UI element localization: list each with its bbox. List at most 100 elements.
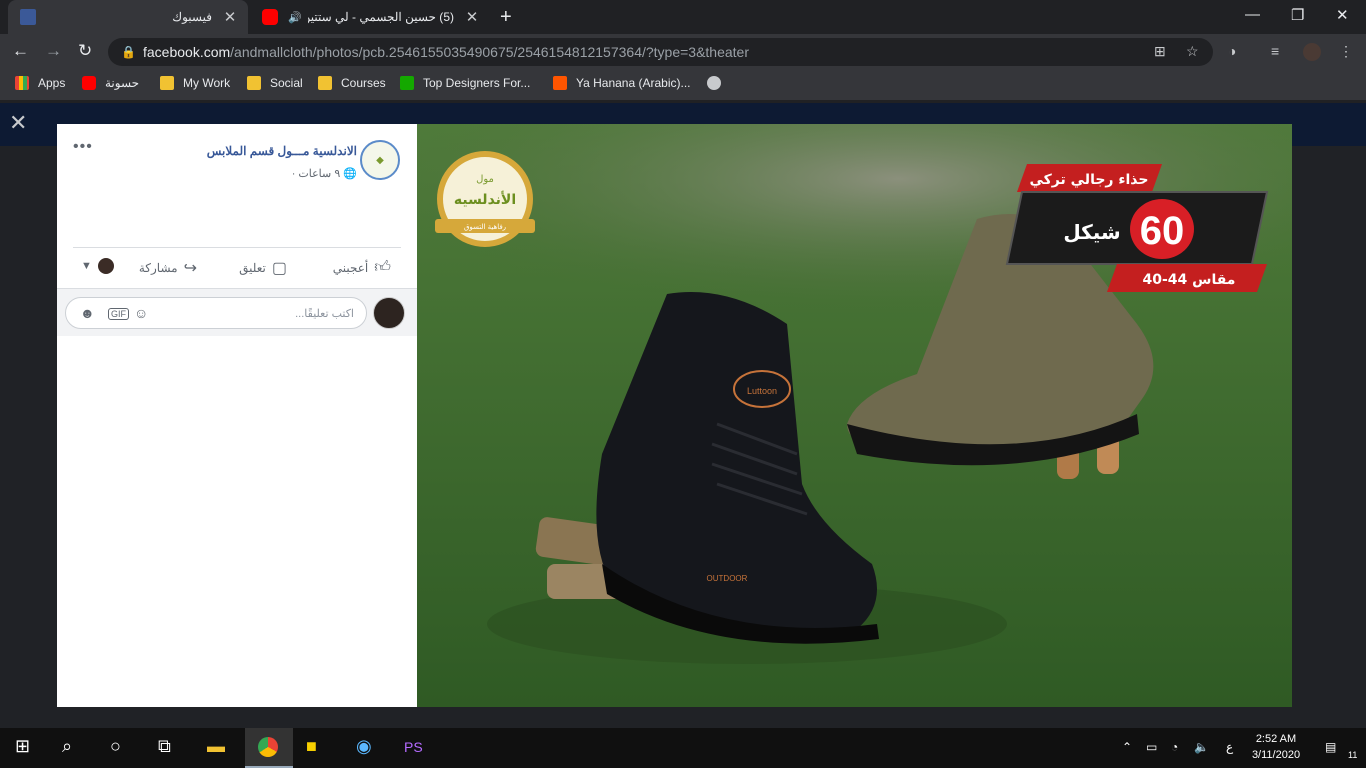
browser-chrome: فيسبوك ✕ 🔊 (5) حسين الجسمي - لي ستتين ✕ … — [0, 0, 1366, 103]
clock-date: 3/11/2020 — [1251, 749, 1301, 761]
bookmark-apps[interactable]: Apps — [15, 76, 65, 90]
close-window-button[interactable]: ✕ — [1336, 6, 1349, 24]
bookmark-hassona[interactable]: حسونة — [82, 76, 139, 90]
post-timestamp[interactable]: 🌐 ٩ ساعات · — [292, 167, 357, 180]
user-avatar[interactable] — [373, 297, 405, 329]
url-path: /andmallcloth/photos/pcb.254615503549067… — [230, 44, 750, 60]
soundcloud-icon — [553, 76, 567, 90]
brand-logo-ribbon-text: رفاهية التسوق — [464, 223, 506, 231]
maximize-button[interactable]: ❐ — [1291, 6, 1304, 24]
url-text: facebook.com/andmallcloth/photos/pcb.254… — [143, 44, 749, 60]
media-control-icon[interactable]: ≡ — [1271, 43, 1279, 59]
tab-youtube[interactable]: 🔊 (5) حسين الجسمي - لي ستتين ✕ — [250, 0, 490, 34]
globe-icon: 🌐 — [343, 168, 357, 180]
post-photo[interactable]: Luttoon OUTDOOR مول الأندلسيه رفاهية الت… — [417, 124, 1292, 707]
tray-overflow-icon[interactable]: ⌃ — [1122, 740, 1132, 754]
youtube-icon — [262, 9, 278, 25]
comment-input[interactable]: اكتب تعليقًا... ☺ GIF ☻ — [65, 297, 367, 329]
price-currency: شيكل — [1063, 220, 1120, 244]
phpstorm-icon[interactable]: PS — [404, 739, 423, 755]
divider — [73, 247, 401, 248]
wifi-icon[interactable]: ◔ — [1171, 740, 1178, 754]
cortana-icon[interactable]: ○ — [110, 736, 121, 757]
comment-placeholder: اكتب تعليقًا... — [295, 308, 354, 320]
gif-icon[interactable]: GIF — [108, 308, 129, 320]
youtube-icon — [82, 76, 96, 90]
avatar — [97, 258, 114, 274]
forward-button[interactable]: → — [45, 41, 62, 61]
post-panel: ◆ الاندلسية مـــول قسم الملابس 🌐 ٩ ساعات… — [57, 124, 417, 707]
thumbs-up-icon: 👍︎ — [374, 259, 391, 276]
page-avatar[interactable]: ◆ — [360, 140, 400, 180]
task-view-icon[interactable]: ⧉ — [158, 736, 171, 757]
bookmark-label: Social — [270, 76, 303, 90]
comment-button[interactable]: ▢ تعليق — [239, 258, 287, 278]
minimize-button[interactable]: — — [1245, 6, 1260, 23]
tab-title: (5) حسين الجسمي - لي ستتين — [307, 10, 454, 24]
bookmark-globe[interactable] — [707, 76, 730, 90]
audio-playing-icon: 🔊 — [288, 11, 302, 24]
sticker-icon[interactable]: ☻ — [80, 305, 95, 321]
tab-strip: فيسبوك ✕ 🔊 (5) حسين الجسمي - لي ستتين ✕ … — [0, 0, 1366, 34]
file-explorer-icon[interactable]: ▬ — [207, 736, 225, 757]
language-indicator[interactable]: ع — [1226, 740, 1233, 754]
bookmark-label: Ya Hanana (Arabic)... — [576, 76, 691, 90]
notifications-icon[interactable]: ▤ — [1325, 740, 1336, 754]
translate-icon[interactable]: ⊞ — [1154, 43, 1166, 60]
facebook-icon — [20, 9, 36, 25]
close-tab-icon[interactable]: ✕ — [220, 8, 240, 26]
like-button[interactable]: 👍︎ أعجبني — [333, 258, 391, 277]
bookmark-label: حسونة — [105, 76, 140, 90]
address-bar[interactable]: 🔒 facebook.com/andmallcloth/photos/pcb.2… — [108, 38, 1213, 66]
price-banner-title: حذاء رجالي تركي — [1030, 172, 1149, 188]
profile-avatar[interactable] — [1303, 43, 1321, 61]
photo-illustration: Luttoon OUTDOOR مول الأندلسيه رفاهية الت… — [417, 124, 1292, 707]
notification-count: 11 — [1348, 750, 1358, 760]
post-time-text: ٩ ساعات · — [291, 168, 341, 180]
new-tab-button[interactable]: + — [500, 6, 512, 29]
extension-icon[interactable]: ◑ — [1228, 43, 1236, 59]
page-name-link[interactable]: الاندلسية مـــول قسم الملابس — [207, 144, 357, 158]
url-host: facebook.com — [143, 44, 231, 60]
upwork-icon — [400, 76, 414, 90]
tab-facebook[interactable]: فيسبوك ✕ — [8, 0, 248, 34]
browser-toolbar: ← → ↻ 🔒 facebook.com/andmallcloth/photos… — [0, 34, 1366, 70]
lock-icon: 🔒 — [121, 45, 136, 59]
close-tab-icon[interactable]: ✕ — [462, 8, 482, 26]
bookmark-ya-hanana[interactable]: Ya Hanana (Arabic)... — [553, 76, 691, 90]
shoe-sole-text: OUTDOOR — [707, 574, 748, 583]
taskbar-clock[interactable]: 2:52 AM 3/11/2020 — [1246, 731, 1306, 763]
brand-logo-top: مول — [476, 174, 494, 185]
bookmark-star-icon[interactable]: ☆ — [1186, 43, 1199, 60]
bookmark-label: My Work — [183, 76, 231, 90]
share-arrow-icon: ↪ — [183, 260, 197, 277]
sticky-notes-icon[interactable]: ■ — [306, 736, 317, 757]
bookmark-top-designers[interactable]: Top Designers For... — [400, 76, 530, 90]
bookmark-social[interactable]: Social — [247, 76, 303, 90]
windows-taskbar: ⊞ ⌕ ○ ⧉ ▬ ■ ◉ PS ⌃ ▭ ◔ 🔈 ع 2:52 AM 3/11/… — [0, 728, 1366, 768]
volume-icon[interactable]: 🔈 — [1194, 740, 1209, 754]
emoji-icon[interactable]: ☺ — [134, 305, 148, 321]
bookmark-my-work[interactable]: My Work — [160, 76, 230, 90]
app-icon[interactable]: ◉ — [356, 736, 372, 757]
share-button[interactable]: ↪ مشاركة — [139, 258, 197, 278]
close-theater-icon[interactable]: ✕ — [9, 110, 27, 136]
clock-time: 2:52 AM — [1255, 733, 1297, 745]
share-as-selector[interactable]: ▼ — [81, 258, 114, 274]
bookmarks-bar: Apps حسونة My Work Social Courses Top De… — [0, 70, 1366, 100]
share-label: مشاركة — [138, 261, 178, 275]
search-icon[interactable]: ⌕ — [62, 736, 72, 757]
price-value: 60 — [1140, 209, 1185, 253]
bookmark-courses[interactable]: Courses — [318, 76, 386, 90]
more-options-icon[interactable]: ••• — [73, 138, 93, 156]
reload-button[interactable]: ↻ — [78, 41, 92, 61]
battery-icon[interactable]: ▭ — [1146, 740, 1157, 754]
folder-icon — [160, 76, 174, 90]
tab-title: فيسبوك — [172, 10, 212, 24]
menu-icon[interactable]: ⋮ — [1339, 43, 1353, 60]
back-button[interactable]: ← — [12, 41, 29, 61]
apps-grid-icon — [15, 76, 29, 90]
bookmark-label: Apps — [38, 76, 66, 90]
windows-start-icon[interactable]: ⊞ — [15, 736, 30, 757]
comment-bubble-icon: ▢ — [271, 260, 287, 277]
